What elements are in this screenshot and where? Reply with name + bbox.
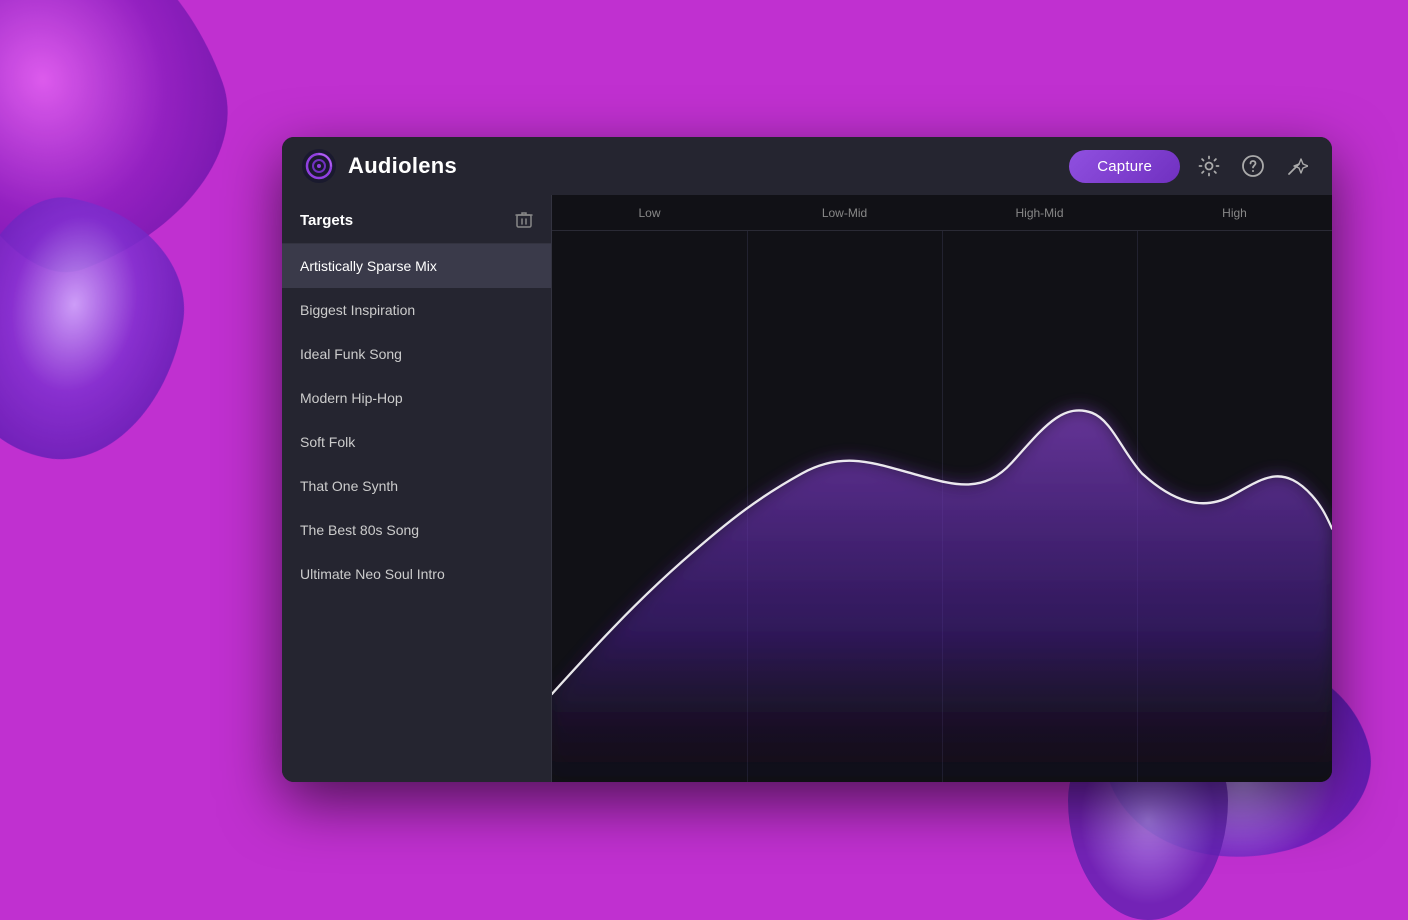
freq-label-1: Low-Mid [747, 206, 942, 220]
target-item-7[interactable]: Ultimate Neo Soul Intro [282, 552, 551, 596]
title-right: Capture [1069, 150, 1312, 183]
target-item-5[interactable]: That One Synth [282, 464, 551, 508]
bg-blob-top-left [0, 0, 266, 298]
main-content: Targets Artistically Sparse MixBiggest I… [282, 195, 1332, 782]
target-item-2[interactable]: Ideal Funk Song [282, 332, 551, 376]
freq-label-3: High [1137, 206, 1332, 220]
settings-button[interactable] [1194, 151, 1224, 181]
sidebar-header: Targets [282, 195, 551, 244]
freq-label-2: High-Mid [942, 206, 1137, 220]
target-item-0[interactable]: Artistically Sparse Mix [282, 244, 551, 288]
spectrum-curve [552, 231, 1332, 782]
gear-icon [1198, 155, 1220, 177]
spectrum-area: LowLow-MidHigh-MidHigh [552, 195, 1332, 782]
title-bar: Audiolens Capture [282, 137, 1332, 195]
delete-target-button[interactable] [515, 211, 533, 229]
bg-blob-mid-left [0, 183, 201, 477]
trash-icon [515, 211, 533, 229]
wand-icon [1286, 155, 1308, 177]
target-item-6[interactable]: The Best 80s Song [282, 508, 551, 552]
target-item-3[interactable]: Modern Hip-Hop [282, 376, 551, 420]
app-title: Audiolens [348, 153, 457, 179]
freq-label-0: Low [552, 206, 747, 220]
title-left: Audiolens [302, 149, 457, 183]
target-item-1[interactable]: Biggest Inspiration [282, 288, 551, 332]
capture-button[interactable]: Capture [1069, 150, 1180, 183]
wand-button[interactable] [1282, 151, 1312, 181]
sidebar: Targets Artistically Sparse MixBiggest I… [282, 195, 552, 782]
target-list: Artistically Sparse MixBiggest Inspirati… [282, 244, 551, 782]
target-item-4[interactable]: Soft Folk [282, 420, 551, 464]
app-window: Audiolens Capture [282, 137, 1332, 782]
sidebar-title: Targets [300, 212, 353, 229]
help-icon [1242, 155, 1264, 177]
freq-labels: LowLow-MidHigh-MidHigh [552, 195, 1332, 231]
help-button[interactable] [1238, 151, 1268, 181]
app-logo [302, 149, 336, 183]
